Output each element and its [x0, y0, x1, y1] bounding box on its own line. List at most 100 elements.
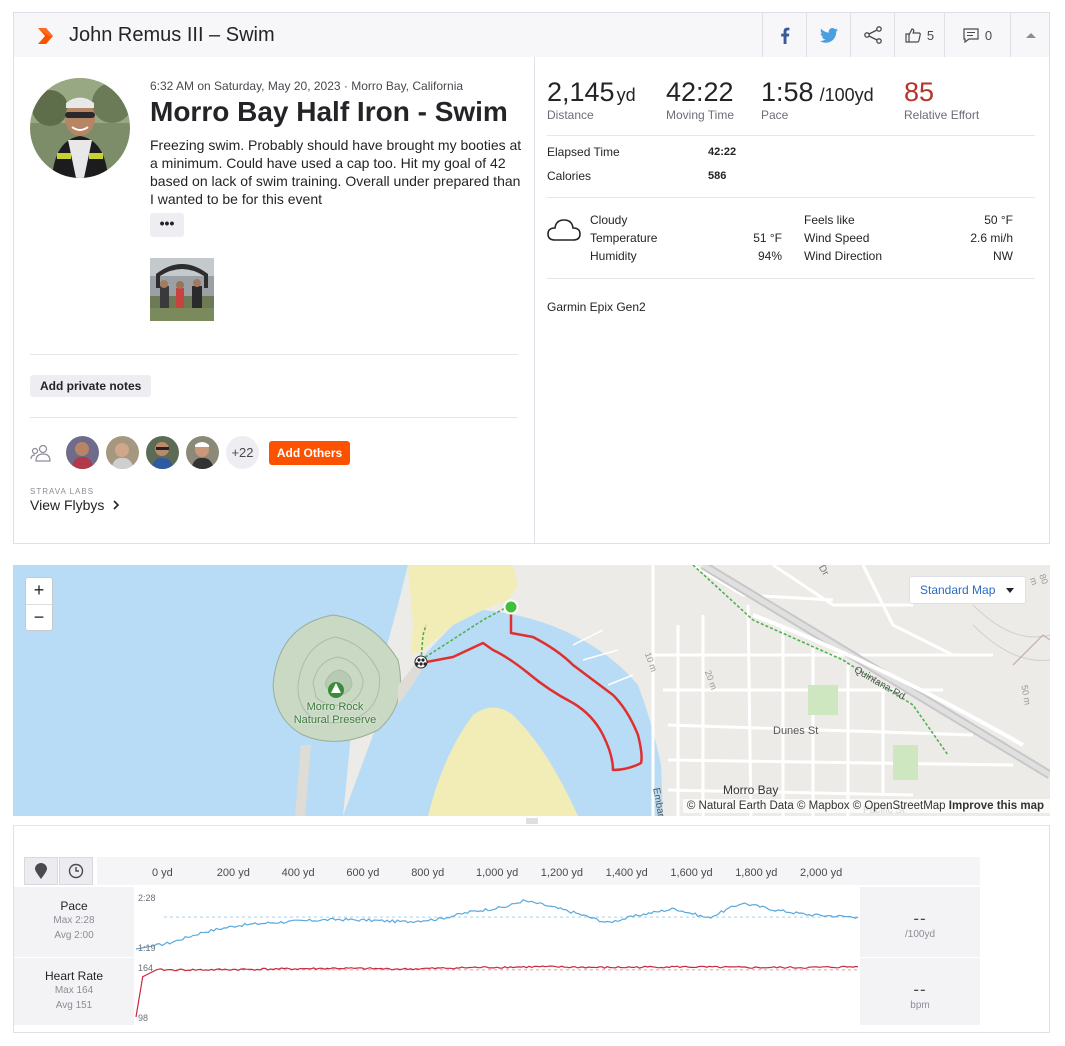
morro-rock-label: Morro Rock Natural Preserve — [290, 701, 380, 727]
natural-preserve-name: Natural Preserve — [293, 714, 377, 726]
wind-direction-label: Wind Direction — [804, 249, 883, 263]
x-tick-label: 800 yd — [411, 867, 445, 879]
facebook-icon — [780, 27, 789, 44]
zoom-controls: + − — [25, 577, 53, 631]
series-line — [135, 898, 859, 950]
view-flybys-link[interactable]: View Flybys — [30, 497, 120, 513]
elapsed-time-label: Elapsed Time — [547, 145, 620, 159]
facebook-share-button[interactable] — [762, 13, 806, 57]
column-divider — [534, 57, 535, 543]
x-tick-label: 1,600 yd — [670, 867, 713, 879]
header-title: John Remus III – Swim — [69, 24, 275, 46]
activity-card: 6:32 AM on Saturday, May 20, 2023 · Morr… — [13, 57, 1050, 544]
stats-divider — [547, 197, 1035, 198]
section-divider — [30, 417, 518, 418]
zoom-in-button[interactable]: + — [26, 578, 52, 604]
stat-moving-time: 42:22 Moving Time — [666, 77, 734, 122]
stat-distance: 2,145 yd Distance — [547, 77, 636, 122]
wind-direction-value: NW — [993, 249, 1013, 263]
feels-like-value: 50 °F — [984, 213, 1013, 227]
wind-speed-value: 2.6 mi/h — [970, 231, 1013, 245]
finish-marker — [414, 655, 428, 669]
heart-rate-label-block: Heart Rate Max 164 Avg 151 — [14, 969, 134, 1013]
heart-rate-readout-unit: bpm — [910, 1000, 930, 1011]
temperature-value: 51 °F — [753, 231, 782, 245]
pace-chart[interactable] — [134, 887, 860, 957]
morro-bay-town-label: Morro Bay — [723, 783, 779, 797]
map-style-select[interactable]: Standard Map — [909, 576, 1026, 604]
calories-label: Calories — [547, 169, 592, 183]
stat-relative-effort[interactable]: 85 Relative Effort — [904, 77, 979, 122]
strava-labs-label: STRAVA LABS — [30, 487, 95, 496]
x-tick-label: 1,400 yd — [605, 867, 648, 879]
x-tick-label: 600 yd — [346, 867, 380, 879]
comments-button[interactable]: 0 — [944, 13, 1010, 57]
improve-map-link[interactable]: Improve this map — [949, 800, 1044, 812]
kudos-button[interactable]: 5 — [894, 13, 944, 57]
group-athlete-avatar[interactable] — [146, 436, 179, 469]
weather-divider — [547, 278, 1035, 279]
distance-axis-button[interactable] — [24, 857, 58, 885]
section-divider — [30, 354, 518, 355]
park — [808, 685, 838, 715]
heart-rate-y-max: 164 — [138, 963, 154, 973]
heart-rate-avg: Avg 151 — [55, 1000, 93, 1011]
group-activity-icon — [30, 444, 51, 462]
more-options-button[interactable]: ••• — [150, 213, 184, 237]
twitter-share-button[interactable] — [806, 13, 850, 57]
temperature-label: Temperature — [590, 231, 658, 245]
x-tick-label: 1,200 yd — [540, 867, 583, 879]
activity-photo[interactable] — [150, 258, 214, 321]
athlete-avatar[interactable] — [30, 78, 130, 178]
pace-y-max: 2:28 — [138, 893, 156, 903]
chevron-right-icon — [113, 500, 120, 510]
kudos-count: 5 — [926, 27, 935, 43]
group-athlete-avatar[interactable] — [106, 436, 139, 469]
x-tick-label: 400 yd — [281, 867, 315, 879]
series-line — [135, 965, 859, 1018]
heart-rate-name: Heart Rate — [44, 969, 104, 983]
x-tick-label: 1,000 yd — [476, 867, 519, 879]
twitter-icon — [819, 27, 838, 43]
pace-name: Pace — [60, 899, 88, 913]
heart-rate-max: Max 164 — [54, 985, 94, 996]
x-tick-label: 0 yd — [152, 867, 173, 879]
thumbs-up-icon — [905, 28, 921, 43]
heart-rate-y-min: 98 — [138, 1013, 149, 1023]
map-pin-icon — [35, 863, 47, 879]
heart-rate-chart[interactable] — [134, 958, 860, 1025]
x-tick-label: 1,800 yd — [735, 867, 778, 879]
collapse-button[interactable] — [1010, 13, 1050, 57]
x-tick-label: 2,000 yd — [800, 867, 843, 879]
more-athletes-count[interactable]: +22 — [226, 436, 259, 469]
comments-count: 0 — [984, 27, 993, 43]
pace-readout: -- /100yd — [860, 887, 980, 957]
clock-icon — [68, 863, 84, 879]
x-tick-label: 200 yd — [216, 867, 250, 879]
humidity-value: 94% — [757, 249, 782, 263]
map-attribution: © Natural Earth Data © Mapbox © OpenStre… — [682, 799, 1050, 813]
moving-time-label: Moving Time — [666, 108, 735, 122]
add-private-notes-button[interactable]: Add private notes — [30, 375, 152, 397]
graph-axis-toggle — [24, 857, 95, 885]
share-button[interactable] — [850, 13, 894, 57]
stats-divider — [547, 135, 1035, 136]
pace-y-min: 1:19 — [138, 943, 156, 953]
add-others-button[interactable]: Add Others — [269, 441, 350, 465]
distance-label: Distance — [547, 108, 594, 122]
pace-readout-unit: /100yd — [904, 929, 936, 940]
elapsed-time-value: 42:22 — [708, 146, 737, 158]
group-athlete-avatar[interactable] — [186, 436, 219, 469]
distance-value: 2,145 — [547, 77, 615, 107]
activity-map[interactable]: Morro Rock Natural Preserve Dunes St Qui… — [13, 565, 1050, 816]
start-marker — [503, 599, 519, 615]
pace-label: Pace — [761, 108, 789, 122]
activity-description: Freezing swim. Probably should have brou… — [150, 137, 522, 207]
zoom-out-button[interactable]: − — [26, 604, 52, 630]
group-athlete-avatar[interactable] — [66, 436, 99, 469]
share-icon — [863, 26, 882, 44]
pace-unit: /100yd — [819, 85, 874, 105]
time-axis-button[interactable] — [59, 857, 93, 885]
comment-icon — [963, 27, 979, 43]
map-attribution-text: © Natural Earth Data © Mapbox © OpenStre… — [686, 800, 946, 812]
